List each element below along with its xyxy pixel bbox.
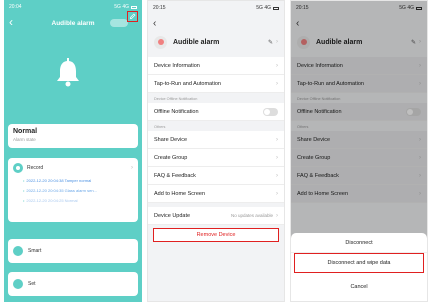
chevron-right-icon: ›	[276, 136, 278, 143]
chevron-right-icon: ›	[276, 190, 278, 197]
alarm-state-card: Normal Alarm state	[8, 124, 138, 148]
status-bar: 20:04 5G 4G	[4, 0, 142, 14]
set-button[interactable]: Set	[8, 272, 138, 296]
device-panel-screen: 20:04 5G 4G ‹ Audible alarm Normal Alarm…	[4, 0, 142, 302]
chevron-right-icon: ›	[276, 172, 278, 179]
chevron-right-icon: ›	[276, 154, 278, 161]
pencil-icon[interactable]: ✎	[268, 39, 273, 46]
remove-device-button[interactable]: Remove Device	[153, 228, 279, 242]
record-label: Record	[27, 165, 44, 171]
set-label: Set	[28, 281, 36, 287]
edit-button[interactable]	[127, 11, 138, 22]
back-icon[interactable]: ‹	[148, 15, 284, 31]
chevron-right-icon: ›	[276, 80, 278, 87]
device-update-row[interactable]: Device Update No updates available ›	[148, 207, 284, 225]
status-icons: 5G 4G	[256, 5, 279, 11]
faq-feedback-row[interactable]: FAQ & Feedback ›	[148, 167, 284, 185]
chevron-right-icon: ›	[131, 165, 133, 171]
record-entry: • 2022-12-20 20:04:25 Normal	[23, 198, 78, 203]
alarm-state-title: Normal	[13, 128, 38, 135]
device-information-row[interactable]: Device Information ›	[148, 57, 284, 75]
top-nav: ‹ Audible alarm	[4, 11, 142, 32]
cancel-button[interactable]: Cancel	[291, 277, 427, 297]
status-time: 20:04	[9, 4, 22, 10]
update-status: No updates available	[230, 213, 273, 218]
device-header[interactable]: Audible alarm ✎ ›	[148, 31, 284, 53]
status-bar: 20:15 5G 4G	[148, 1, 284, 15]
section-header: Others	[154, 125, 166, 129]
record-entry: • 2022-12-20 20:04:35 Glass alarm sen...	[23, 188, 97, 193]
alarm-state-subtitle: Alarm state	[13, 137, 36, 142]
record-header[interactable]: Record ›	[13, 163, 133, 173]
device-settings-screen: 20:15 5G 4G ‹ Audible alarm ✎ › Device I…	[147, 0, 285, 302]
device-icon	[154, 35, 167, 49]
device-name: Audible alarm	[173, 38, 220, 46]
action-sheet: Disconnect Disconnect and wipe data Canc…	[291, 233, 427, 301]
back-icon[interactable]: ‹	[9, 16, 13, 28]
record-card[interactable]: Record › • 2022-12-20 20:04:38 Tamper nor…	[8, 158, 138, 222]
chevron-right-icon: ›	[276, 212, 278, 219]
disconnect-option[interactable]: Disconnect	[291, 233, 427, 253]
record-icon	[13, 163, 23, 173]
offline-notification-toggle[interactable]	[263, 107, 278, 116]
battery-icon	[273, 6, 279, 10]
smart-icon	[13, 246, 23, 256]
smart-button[interactable]: Smart	[8, 239, 138, 263]
add-to-home-row[interactable]: Add to Home Screen ›	[148, 185, 284, 203]
share-device-row[interactable]: Share Device ›	[148, 131, 284, 149]
battery-icon	[131, 5, 137, 9]
create-group-row[interactable]: Create Group ›	[148, 149, 284, 167]
disconnect-wipe-option[interactable]: Disconnect and wipe data	[294, 253, 424, 273]
smart-label: Smart	[28, 248, 42, 254]
pencil-icon	[130, 13, 136, 19]
mode-toggle[interactable]	[110, 19, 128, 27]
remove-confirm-screen: 20:15 5G 4G ‹ Audible alarm ✎ › Device I…	[290, 0, 428, 302]
status-right-text: 5G 4G	[256, 5, 271, 11]
bell-icon	[44, 58, 92, 88]
record-entry: • 2022-12-20 20:04:38 Tamper normal	[23, 178, 92, 183]
status-time: 20:15	[153, 5, 166, 11]
status-icons: 5G 4G	[114, 4, 137, 10]
tap-to-run-row[interactable]: Tap-to-Run and Automation ›	[148, 75, 284, 93]
gear-icon	[13, 279, 23, 289]
offline-notification-row: Offline Notification	[148, 103, 284, 121]
section-header: Device Offline Notification	[154, 97, 198, 101]
status-right-text: 5G 4G	[114, 4, 129, 10]
chevron-right-icon: ›	[276, 62, 278, 69]
chevron-right-icon: ›	[276, 39, 278, 45]
